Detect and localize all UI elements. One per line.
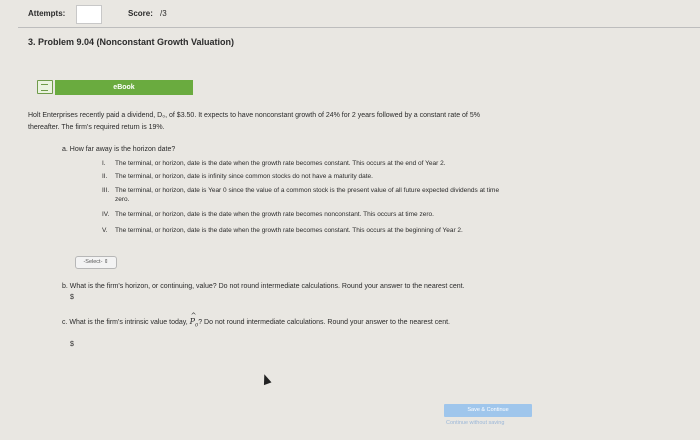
score-label: Score: bbox=[128, 9, 153, 18]
horizon-value-input[interactable] bbox=[80, 292, 150, 303]
option-iii-cont: zero. bbox=[115, 196, 130, 203]
problem-title: 3. Problem 9.04 (Nonconstant Growth Valu… bbox=[28, 37, 235, 47]
attempts-label: Attempts: bbox=[28, 9, 66, 18]
option-iv: IV. The terminal, or horizon, date is the… bbox=[102, 211, 434, 218]
horizon-select[interactable]: -Select- ⇕ bbox=[75, 256, 117, 269]
option-i: I. The terminal, or horizon, date is the … bbox=[102, 160, 446, 167]
header-divider bbox=[18, 27, 700, 28]
option-ii: II. The terminal, or horizon, date is inf… bbox=[102, 173, 373, 180]
option-v: V. The terminal, or horizon, date is the … bbox=[102, 227, 463, 234]
part-b-question: b. What is the firm's horizon, or contin… bbox=[62, 283, 465, 290]
ebook-icon[interactable] bbox=[37, 80, 53, 94]
attempts-box bbox=[76, 5, 102, 24]
intrinsic-value-input[interactable] bbox=[80, 339, 150, 350]
ebook-button[interactable]: eBook bbox=[55, 80, 193, 95]
part-a-question: a. How far away is the horizon date? bbox=[62, 146, 176, 153]
part-c-question: c. What is the firm's intrinsic value to… bbox=[62, 312, 450, 332]
p0-symbol: ^ P0 bbox=[189, 312, 199, 329]
continue-without-saving-link[interactable]: Continue without saving bbox=[446, 420, 504, 426]
problem-intro: Holt Enterprises recently paid a dividen… bbox=[28, 112, 480, 119]
part-c-currency: $ bbox=[70, 341, 74, 348]
score-value: /3 bbox=[160, 9, 167, 18]
problem-intro-cont: thereafter. The firm's required return i… bbox=[28, 124, 165, 131]
part-b-currency: $ bbox=[70, 294, 74, 301]
mouse-cursor-icon bbox=[260, 372, 272, 386]
option-iii: III. The terminal, or horizon, date is Ye… bbox=[102, 187, 500, 194]
save-continue-button[interactable]: Save & Continue bbox=[444, 404, 532, 417]
